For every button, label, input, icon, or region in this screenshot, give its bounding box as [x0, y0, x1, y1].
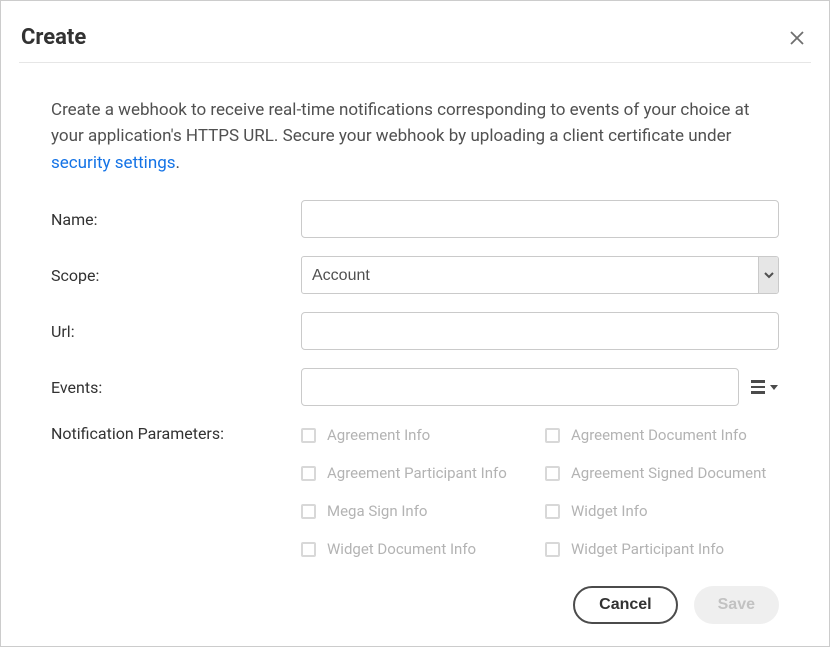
caret-down-icon [770, 385, 778, 390]
checkbox-agreement-info[interactable]: Agreement Info [301, 426, 535, 444]
description-text-after: . [176, 153, 180, 173]
checkbox-label: Agreement Participant Info [327, 464, 507, 482]
label-scope: Scope: [51, 266, 301, 285]
checkbox-icon [545, 504, 560, 519]
checkbox-label: Widget Participant Info [571, 540, 724, 558]
dialog-footer: Cancel Save [51, 586, 779, 624]
row-notification-params: Notification Parameters: Agreement Info … [51, 424, 779, 558]
dialog-title: Create [21, 25, 86, 50]
events-input[interactable] [301, 368, 739, 406]
checkbox-mega-sign-info[interactable]: Mega Sign Info [301, 502, 535, 520]
row-events: Events: [51, 368, 779, 406]
checkbox-icon [545, 542, 560, 557]
security-settings-link[interactable]: security settings [51, 153, 176, 173]
row-name: Name: [51, 200, 779, 238]
checkbox-label: Agreement Info [327, 426, 430, 444]
checkbox-label: Agreement Signed Document [571, 464, 766, 482]
label-url: Url: [51, 322, 301, 341]
save-button[interactable]: Save [694, 586, 779, 624]
checkbox-label: Agreement Document Info [571, 426, 747, 444]
row-url: Url: [51, 312, 779, 350]
dialog-body: Create a webhook to receive real-time no… [19, 63, 811, 624]
checkbox-icon [545, 466, 560, 481]
description-text: Create a webhook to receive real-time no… [51, 100, 749, 146]
checkbox-label: Widget Info [571, 502, 648, 520]
close-icon[interactable] [785, 26, 809, 50]
checkbox-icon [301, 504, 316, 519]
checkbox-agreement-participant-info[interactable]: Agreement Participant Info [301, 464, 535, 482]
create-webhook-dialog: Create Create a webhook to receive real-… [0, 0, 830, 647]
row-scope: Scope: Account [51, 256, 779, 294]
checkbox-icon [301, 428, 316, 443]
dialog-header: Create [19, 13, 811, 63]
checkbox-icon [301, 542, 316, 557]
url-input[interactable] [301, 312, 779, 350]
checkbox-widget-document-info[interactable]: Widget Document Info [301, 540, 535, 558]
cancel-button[interactable]: Cancel [573, 586, 677, 624]
checkbox-icon [545, 428, 560, 443]
checkbox-widget-participant-info[interactable]: Widget Participant Info [545, 540, 779, 558]
list-icon [751, 380, 765, 394]
name-input[interactable] [301, 200, 779, 238]
checkbox-agreement-document-info[interactable]: Agreement Document Info [545, 426, 779, 444]
label-name: Name: [51, 210, 301, 229]
checkbox-agreement-signed-document[interactable]: Agreement Signed Document [545, 464, 779, 482]
events-menu-button[interactable] [749, 372, 779, 402]
label-events: Events: [51, 378, 301, 397]
checkbox-label: Mega Sign Info [327, 502, 427, 520]
dialog-description: Create a webhook to receive real-time no… [51, 97, 779, 176]
checkbox-label: Widget Document Info [327, 540, 476, 558]
checkbox-icon [301, 466, 316, 481]
checkbox-widget-info[interactable]: Widget Info [545, 502, 779, 520]
scope-select[interactable]: Account [301, 256, 779, 294]
notification-params-grid: Agreement Info Agreement Document Info A… [301, 424, 779, 558]
label-notification-params: Notification Parameters: [51, 424, 301, 443]
